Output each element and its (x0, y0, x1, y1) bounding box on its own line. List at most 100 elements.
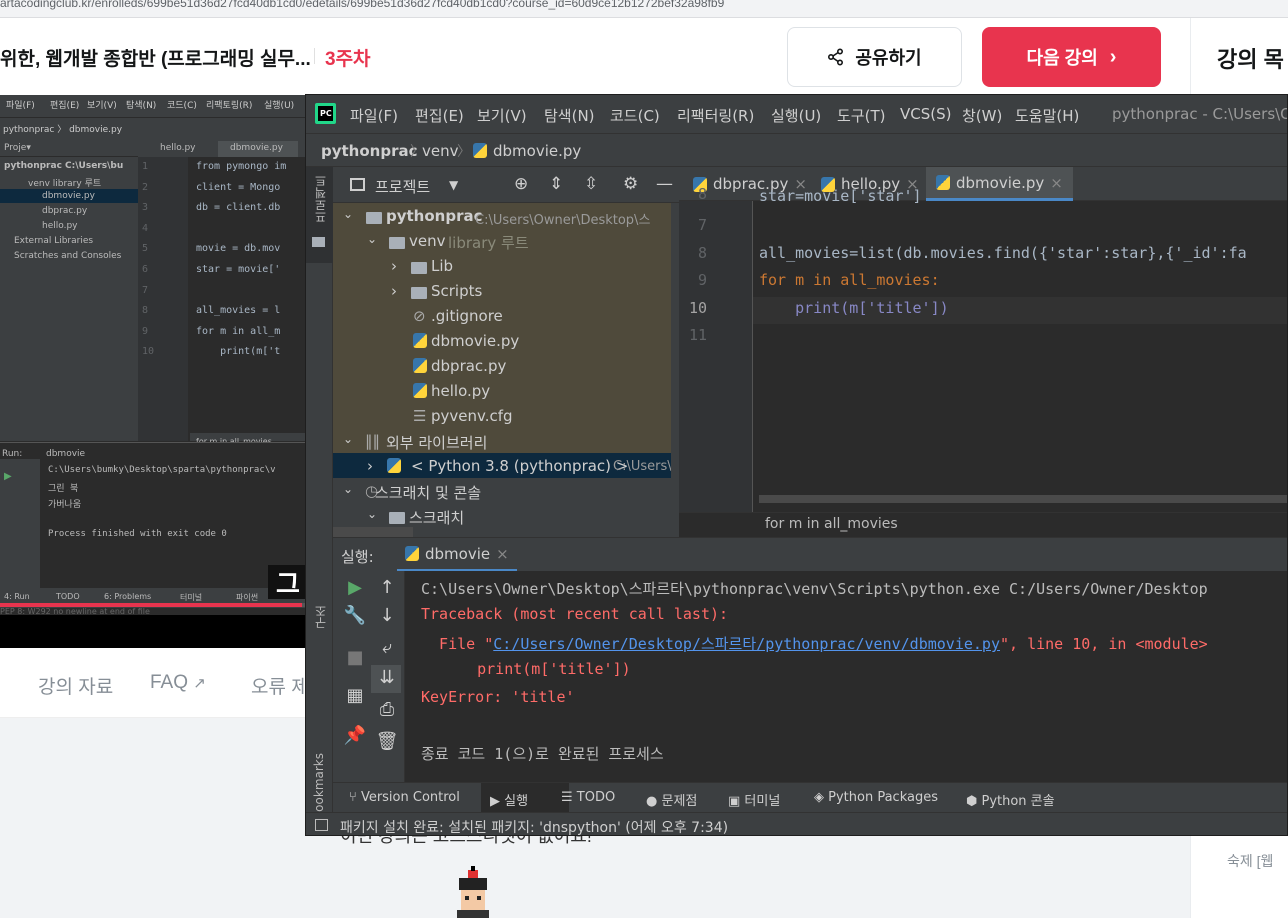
browser-url-bar[interactable]: artacodingclub.kr/enrolleds/699be51d36d2… (0, 0, 1288, 18)
wrench-icon[interactable]: 🔧 (343, 605, 367, 626)
editor-crumb-text[interactable]: for m in all_movies (765, 516, 898, 532)
arrow-down-icon[interactable]: ↓ (375, 605, 399, 626)
tool-terminal[interactable]: ▣ 터미널 (728, 790, 780, 809)
arrow-up-icon[interactable]: ↑ (375, 577, 399, 598)
chevron-down-icon: ⌄ (343, 207, 354, 221)
python-icon (387, 458, 401, 477)
next-lecture-button[interactable]: 다음 강의 › (982, 27, 1161, 87)
tool-todo[interactable]: ☰ TODO (561, 790, 615, 805)
vid-line-number: 5 (142, 243, 149, 255)
collapse-all-icon[interactable]: ⇳ (584, 174, 598, 194)
close-icon[interactable]: × (496, 545, 509, 563)
vid-menu-run: 실행(U) (264, 101, 295, 111)
horizontal-scrollbar[interactable] (759, 495, 1287, 503)
menu-help[interactable]: 도움말(H) (1015, 105, 1079, 126)
menu-run[interactable]: 실행(U) (771, 105, 821, 126)
menu-vcs[interactable]: VCS(S) (900, 105, 951, 123)
console-output[interactable]: C:\Users\Owner\Desktop\스파르타\pythonprac\v… (405, 571, 1287, 782)
tree-item-scratch[interactable]: ⌄ 스크래치 (333, 503, 679, 528)
tool-run[interactable]: ▶ 실행 (490, 790, 528, 809)
editor-breadcrumb: for m in all_movies (679, 512, 1287, 537)
window-title: pythonprac - C:\Users\Ow (1112, 105, 1288, 123)
scroll-to-end-icon[interactable]: ⇊ (375, 667, 399, 688)
tree-item-hello[interactable]: hello.py (333, 378, 679, 403)
tree-item-lib[interactable]: › Lib (333, 253, 679, 278)
crumb-project[interactable]: pythonprac (321, 142, 418, 160)
vid-project-tab: Proje▾ (4, 143, 31, 153)
expand-all-icon[interactable]: ⇕ (549, 174, 563, 194)
file-link[interactable]: C:/Users/Owner/Desktop/스파르타/pythonprac/v… (493, 635, 1000, 653)
terminal-icon: ▣ (728, 794, 745, 809)
vid-run-label: Run: (2, 449, 23, 459)
panel-toggle-icon[interactable] (315, 819, 328, 831)
project-tool-label[interactable]: 프로젝트 (312, 175, 329, 223)
menu-window[interactable]: 창(W) (962, 105, 1002, 126)
library-icon: ‖‖ (365, 432, 380, 450)
vid-line-number: 4 (142, 222, 149, 234)
chevron-right-icon: › (391, 282, 397, 300)
crosshair-icon[interactable]: ⊕ (514, 174, 528, 194)
tool-version-control[interactable]: ⑂ Version Control (349, 790, 460, 805)
print-icon[interactable]: ⎙ (375, 699, 399, 720)
bookmarks-tool-label[interactable]: Bookmarks (312, 753, 326, 820)
close-icon[interactable]: × (1050, 174, 1063, 192)
tree-item-python-sdk[interactable]: › < Python 3.8 (pythonprac) > C:\Users\ (333, 453, 679, 478)
soft-wrap-icon[interactable]: ⤶ (375, 637, 399, 658)
trash-icon[interactable]: 🗑 (375, 731, 399, 752)
menu-view[interactable]: 보기(V) (477, 105, 527, 126)
crumb-file[interactable]: dbmovie.py (493, 142, 581, 160)
minimize-icon[interactable]: — (656, 174, 673, 194)
tab-faq[interactable]: FAQ ↗ (150, 672, 206, 694)
tree-item-dbprac[interactable]: dbprac.py (333, 353, 679, 378)
run-tab-dbmovie[interactable]: dbmovie × (397, 538, 517, 572)
tree-item-scripts[interactable]: › Scripts (333, 278, 679, 303)
tree-item-gitignore[interactable]: ⊘ .gitignore (333, 303, 679, 328)
status-text: 패키지 설치 완료: 설치된 패키지: 'dnspython' (어제 오후 7… (340, 820, 729, 836)
video-player[interactable]: 파일(F) 편집(E) 보기(V) 탐색(N) 코드(C) 리팩토링(R) 실행… (0, 95, 305, 648)
vid-run-pane: Run: dbmovie ▶ C:\Users\bumky\Desktop\sp… (0, 442, 305, 593)
vid-run-line-5: Process finished with exit code 0 (48, 529, 227, 539)
share-button[interactable]: 공유하기 (787, 27, 962, 87)
tree-item-pyvenv[interactable]: ☰ pyvenv.cfg (333, 403, 679, 428)
tool-python-packages[interactable]: ◈ Python Packages (814, 790, 938, 805)
structure-tool-label[interactable]: 구조 (312, 605, 329, 629)
menu-edit[interactable]: 편집(E) (415, 105, 464, 126)
tree-item-pythonprac[interactable]: ⌄ pythonprac C:\Users\Owner\Desktop\스 (333, 203, 679, 228)
line-number: 9 (697, 271, 707, 289)
code-editor[interactable]: 8 7 8 9 10 11 star=movie['star'] all_mov… (679, 185, 1287, 512)
toc-item[interactable]: 숙제 [웹 (1227, 851, 1273, 871)
tree-label: dbprac.py (431, 357, 507, 375)
run-tab-label: dbmovie (425, 544, 491, 563)
tab-errors[interactable]: 오류 제 (251, 672, 309, 699)
menu-code[interactable]: 코드(C) (610, 105, 660, 126)
crumb-venv[interactable]: venv (422, 142, 459, 160)
run-toolbar: ▶ ↑ 🔧 ↓ ■ ⤶ ⇊ ▦ ⎙ 📌 🗑 (333, 571, 405, 782)
chevron-right-icon: › (391, 257, 397, 275)
tree-item-venv[interactable]: ⌄ venv library 루트 (333, 228, 679, 253)
project-title[interactable]: 프로젝트 (375, 176, 430, 197)
stop-icon[interactable]: ■ (343, 647, 367, 668)
tab-faq-label: FAQ (150, 672, 189, 693)
rerun-icon[interactable]: ▶ (343, 577, 367, 598)
layout-icon[interactable]: ▦ (343, 685, 367, 706)
tab-dbmovie[interactable]: dbmovie.py × (926, 167, 1073, 201)
python-file-icon (405, 546, 419, 561)
dropdown-icon[interactable]: ▼ (449, 178, 458, 192)
tool-problems[interactable]: ● 문제점 (646, 790, 697, 809)
pin-icon[interactable]: 📌 (343, 725, 367, 746)
tree-label: .gitignore (431, 307, 503, 325)
menu-navigate[interactable]: 탐색(N) (544, 105, 595, 126)
line-number: 10 (688, 299, 707, 317)
menu-refactor[interactable]: 리팩터링(R) (677, 105, 754, 126)
tree-item-external-libs[interactable]: ⌄ ‖‖ 외부 라이브러리 (333, 428, 679, 453)
tool-python-console[interactable]: ⬢ Python 콘솔 (966, 790, 1055, 809)
menu-file[interactable]: 파일(F) (350, 105, 398, 126)
menu-tools[interactable]: 도구(T) (837, 105, 885, 126)
tree-item-scratches[interactable]: ⌄ ◷ 스크래치 및 콘솔 (333, 478, 679, 503)
code-line-10-text: print(m['title']) (759, 299, 949, 317)
gear-icon[interactable]: ⚙ (623, 174, 638, 194)
tab-materials[interactable]: 강의 자료 (38, 672, 113, 699)
code-line-9: for m in all_movies: (759, 271, 940, 289)
pycharm-window: PC 파일(F) 편집(E) 보기(V) 탐색(N) 코드(C) 리팩터링(R)… (305, 94, 1288, 836)
tree-item-dbmovie[interactable]: dbmovie.py (333, 328, 679, 353)
